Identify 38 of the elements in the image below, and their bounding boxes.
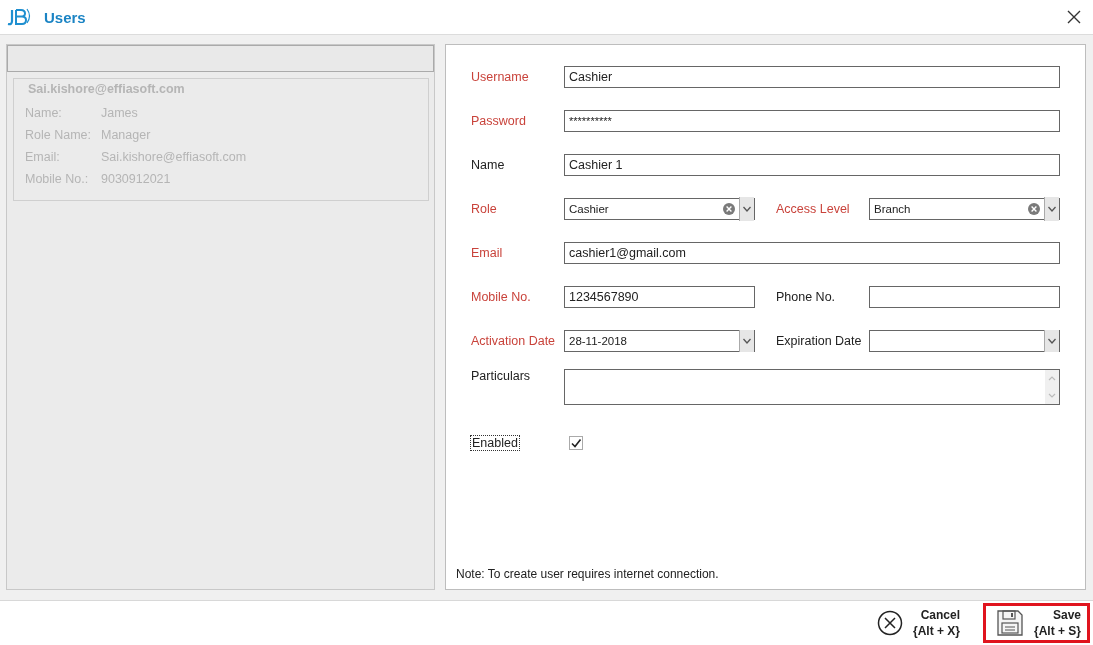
field-label: Name (471, 158, 506, 172)
combo-box[interactable]: Cashier (564, 198, 755, 220)
app-logo-icon (6, 7, 32, 27)
text-area[interactable] (564, 369, 1060, 405)
dropdown-caret-icon[interactable] (739, 330, 754, 352)
checkbox-label[interactable]: Enabled (471, 436, 519, 450)
combo-box[interactable]: Branch (869, 198, 1060, 220)
text-field[interactable] (869, 286, 1060, 308)
scrollbar-drawing (1045, 370, 1059, 404)
field-label: Role (471, 202, 498, 216)
window-title: Users (44, 8, 87, 26)
field-label: Access Level (776, 202, 851, 216)
text-field[interactable]: 1234567890 (564, 286, 755, 308)
field-label: Particulars (471, 369, 532, 383)
dropdown-caret-icon[interactable] (1044, 197, 1059, 221)
text-field[interactable]: cashier1@gmail.com (564, 242, 1060, 264)
cancel-button[interactable]: Cancel {Alt + X} (863, 603, 969, 643)
clear-icon[interactable] (723, 203, 735, 215)
note-text: Note: To create user requires internet connection. (456, 567, 720, 581)
field-label: Expiration Date (776, 334, 863, 348)
text-field[interactable]: Cashier (564, 66, 1060, 88)
clear-icon[interactable] (1028, 203, 1040, 215)
field-label: Phone No. (776, 290, 837, 304)
cancel-icon (876, 610, 903, 636)
text-field[interactable]: Cashier 1 (564, 154, 1060, 176)
field-label: Email (471, 246, 504, 260)
field-label: Activation Date (471, 334, 557, 348)
close-icon[interactable] (1067, 10, 1081, 24)
password-field[interactable]: ********** (564, 110, 1060, 132)
field-label: Username (471, 70, 530, 84)
save-button[interactable]: Save {Alt + S} (983, 603, 1090, 643)
dropdown-caret-icon[interactable] (1044, 330, 1059, 352)
date-picker[interactable] (869, 330, 1060, 352)
field-label: Password (471, 114, 527, 128)
enabled-checkbox[interactable] (568, 436, 583, 450)
date-picker[interactable]: 28-11-2018 (564, 330, 755, 352)
dropdown-caret-icon[interactable] (739, 197, 754, 221)
field-label: Mobile No. (471, 290, 532, 304)
